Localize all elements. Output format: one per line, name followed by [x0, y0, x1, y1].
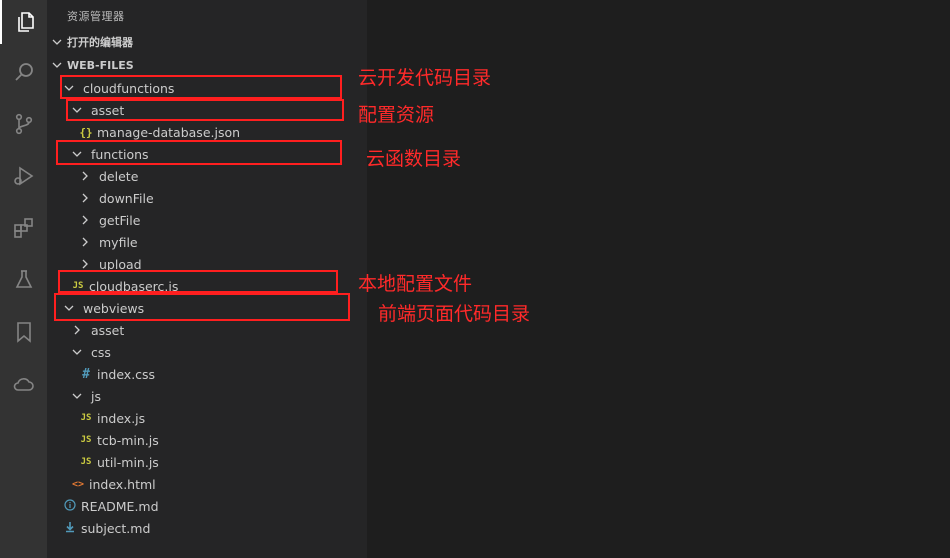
annotation-cloudfunctions: 云开发代码目录	[358, 67, 492, 89]
folder-label: delete	[99, 168, 139, 184]
file-label: index.html	[89, 476, 156, 492]
file-label: util-min.js	[97, 454, 159, 470]
css-file-icon: #	[82, 366, 90, 382]
folder-item[interactable]: asset	[47, 319, 367, 341]
info-icon	[63, 498, 77, 514]
annotation-asset: 配置资源	[358, 104, 435, 126]
file-item[interactable]: <> index.html	[47, 473, 367, 495]
file-item[interactable]: # index.css	[47, 363, 367, 385]
chevron-down-icon	[52, 39, 62, 45]
highlight-cloudfunctions	[60, 75, 342, 99]
highlight-cloudbaserc	[58, 270, 338, 293]
bookmark-icon[interactable]	[0, 310, 47, 354]
json-file-icon: {}	[79, 125, 93, 139]
html-file-icon: <>	[71, 478, 85, 490]
folder-item[interactable]: getFile	[47, 209, 367, 231]
chevron-down-icon	[72, 393, 82, 399]
chevron-right-icon	[82, 215, 88, 225]
annotation-config: 本地配置文件	[358, 273, 473, 295]
js-file-icon: JS	[80, 457, 92, 467]
folder-item[interactable]: delete	[47, 165, 367, 187]
annotation-functions: 云函数目录	[366, 148, 462, 170]
file-label: index.css	[97, 366, 156, 382]
folder-label: myfile	[99, 234, 138, 250]
file-label: manage-database.json	[97, 124, 241, 140]
highlight-functions	[56, 140, 342, 165]
folder-label: getFile	[99, 212, 141, 228]
highlight-webviews	[54, 293, 350, 321]
chevron-right-icon	[82, 237, 88, 247]
search-icon[interactable]	[0, 50, 47, 94]
file-item[interactable]: JS tcb-min.js	[47, 429, 367, 451]
highlight-asset	[66, 99, 344, 121]
folder-label: asset	[91, 322, 125, 338]
chevron-right-icon	[74, 325, 80, 335]
folder-item[interactable]: myfile	[47, 231, 367, 253]
folder-item[interactable]: downFile	[47, 187, 367, 209]
cloud-icon[interactable]	[0, 362, 47, 406]
js-file-icon: JS	[80, 413, 92, 423]
activity-bar	[0, 0, 47, 558]
js-file-icon: JS	[80, 435, 92, 445]
file-label: subject.md	[81, 520, 151, 536]
file-label: index.js	[97, 410, 146, 426]
folder-item[interactable]: css	[47, 341, 367, 363]
chevron-down-icon	[52, 62, 62, 68]
chevron-right-icon	[82, 193, 88, 203]
chevron-down-icon	[72, 349, 82, 355]
workspace-label: WEB-FILES	[67, 58, 134, 72]
file-item[interactable]: JS util-min.js	[47, 451, 367, 473]
file-label: README.md	[81, 498, 159, 514]
folder-item[interactable]: js	[47, 385, 367, 407]
source-control-icon[interactable]	[0, 102, 47, 146]
annotation-webviews: 前端页面代码目录	[378, 303, 531, 325]
open-editors-header[interactable]: 打开的编辑器	[47, 31, 367, 53]
testing-flask-icon[interactable]	[0, 258, 47, 302]
folder-label: downFile	[99, 190, 154, 206]
markdown-download-icon	[63, 521, 77, 536]
workspace-header[interactable]: WEB-FILES	[47, 54, 367, 76]
run-debug-icon[interactable]	[0, 154, 47, 198]
folder-label: js	[91, 388, 101, 404]
extensions-icon[interactable]	[0, 206, 47, 250]
file-item[interactable]: JS index.js	[47, 407, 367, 429]
explorer-title: 资源管理器	[67, 10, 125, 23]
explorer-icon[interactable]	[0, 0, 47, 44]
file-item[interactable]: README.md	[47, 495, 367, 517]
file-item[interactable]: subject.md	[47, 517, 367, 539]
open-editors-label: 打开的编辑器	[67, 36, 133, 49]
chevron-right-icon	[82, 259, 88, 269]
chevron-right-icon	[82, 171, 88, 181]
folder-label: css	[91, 344, 111, 360]
file-label: tcb-min.js	[97, 432, 159, 448]
